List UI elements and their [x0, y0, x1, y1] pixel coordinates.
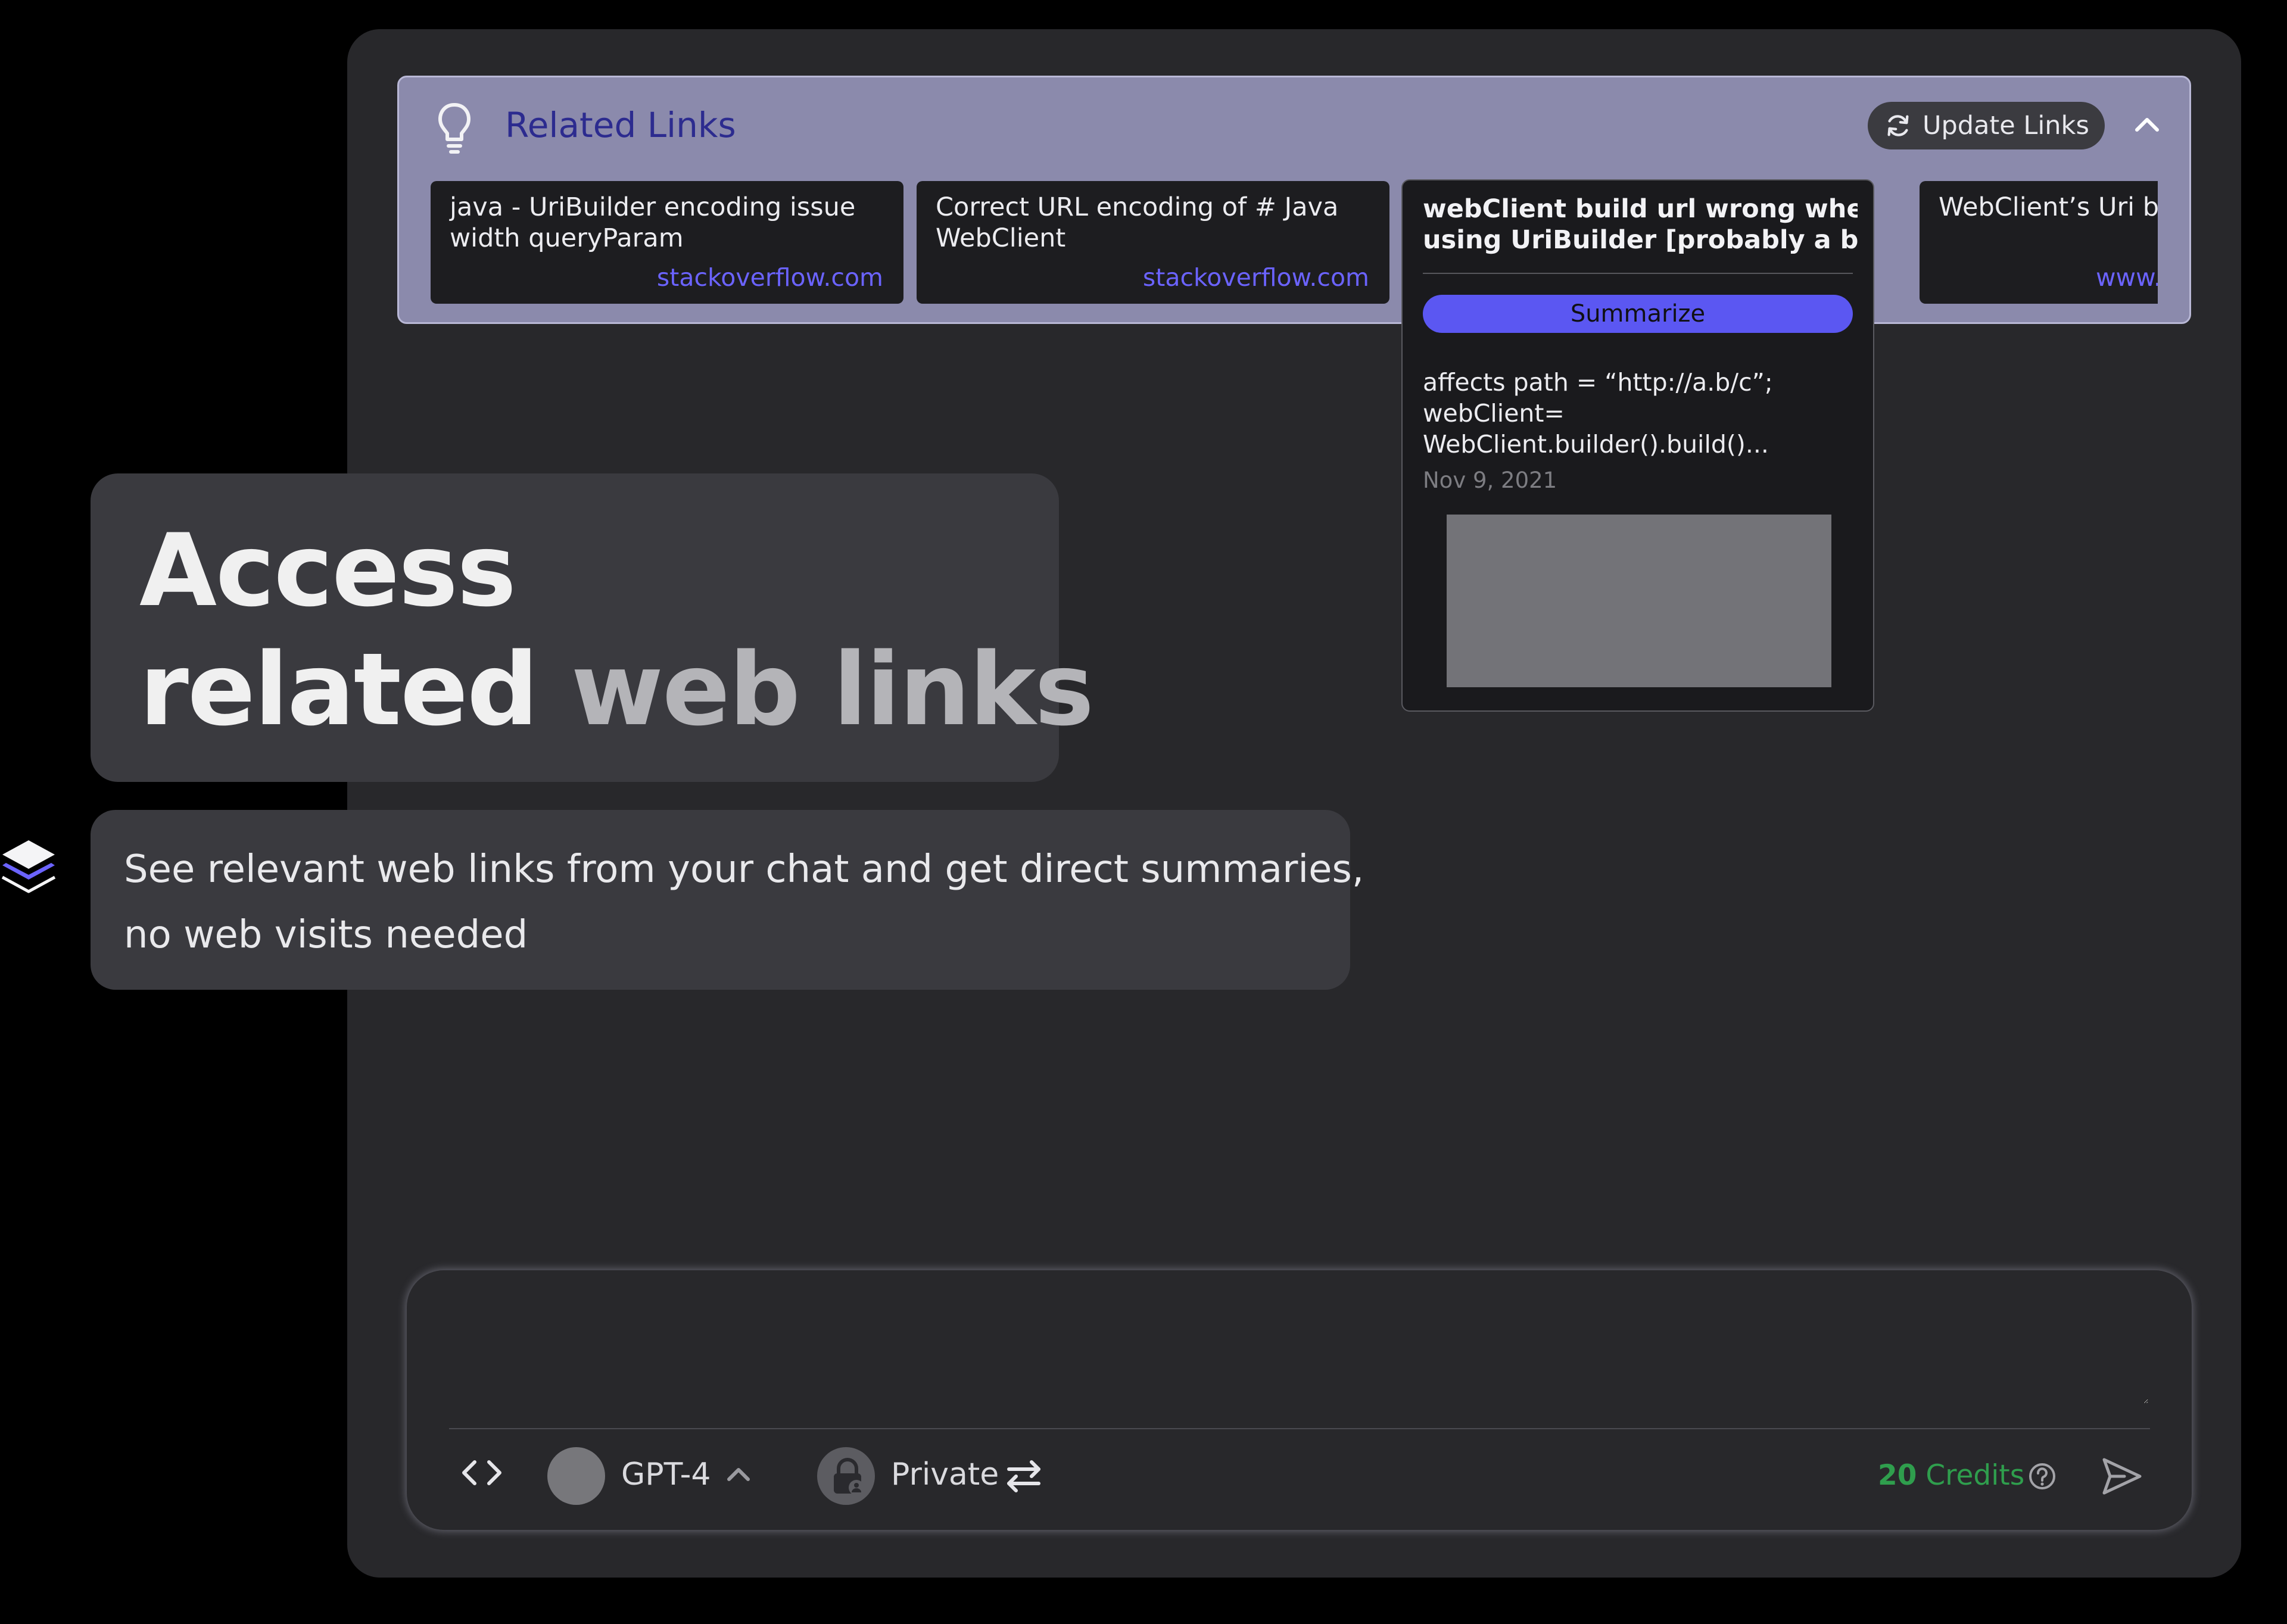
- description-text: See relevant web links from your chat an…: [124, 847, 1364, 957]
- chevron-up-icon[interactable]: [725, 1463, 752, 1486]
- link-title: Correct URL encoding of # Java WebClient: [936, 192, 1339, 253]
- help-icon[interactable]: [2028, 1462, 2057, 1491]
- headline-line-2: related web links: [139, 631, 1094, 748]
- refresh-icon: [1887, 115, 1909, 136]
- swap-icon[interactable]: [1004, 1458, 1043, 1493]
- link-source: stackoverflow.com: [656, 263, 883, 292]
- feature-description: See relevant web links from your chat an…: [91, 810, 1364, 990]
- related-link-card[interactable]: Correct URL encoding of # Java WebClient…: [917, 181, 1389, 304]
- link-title: WebClient’s Uri buil: [1939, 192, 2158, 222]
- expanded-link-title: webClient build url wrong when using Uri…: [1423, 194, 1858, 255]
- link-title: java - UriBuilder encoding issue width q…: [450, 192, 856, 253]
- credits-display: 20 Credits: [1878, 1459, 2024, 1492]
- layers-icon: [1, 840, 56, 893]
- credits-label: Credits: [1925, 1459, 2025, 1492]
- divider: [1423, 273, 1853, 274]
- divider: [449, 1428, 2150, 1429]
- headline-line-1: Access: [139, 512, 516, 629]
- credits-count: 20: [1878, 1459, 1917, 1492]
- model-selector-label[interactable]: GPT-4: [621, 1457, 711, 1492]
- link-source: stackoverflow.com: [1142, 263, 1369, 292]
- privacy-avatar[interactable]: [817, 1447, 875, 1505]
- link-thumbnail: [1447, 515, 1831, 687]
- related-links-list: java - UriBuilder encoding issue width q…: [431, 181, 2158, 324]
- model-avatar[interactable]: [547, 1447, 605, 1505]
- lock-icon: [834, 1458, 864, 1495]
- send-icon[interactable]: [2101, 1456, 2143, 1497]
- related-links-title: Related Links: [505, 105, 736, 145]
- link-date: Nov 9, 2021: [1423, 467, 1557, 493]
- message-input[interactable]: [448, 1294, 2148, 1404]
- message-composer: GPT-4 Private 20 Credits: [407, 1270, 2192, 1530]
- link-source: www.fre: [2096, 263, 2158, 292]
- code-icon[interactable]: [460, 1457, 503, 1489]
- related-link-card[interactable]: java - UriBuilder encoding issue width q…: [431, 181, 903, 304]
- related-links-bar: Related Links Update Links java - UriBui…: [397, 76, 2191, 324]
- lightbulb-icon: [438, 103, 471, 154]
- expanded-link-card[interactable]: webClient build url wrong when using Uri…: [1401, 179, 1874, 712]
- related-link-card[interactable]: WebClient’s Uri buil www.fre: [1920, 181, 2158, 304]
- update-links-button[interactable]: Update Links: [1868, 102, 2105, 149]
- privacy-label[interactable]: Private: [891, 1457, 999, 1492]
- summarize-button[interactable]: Summarize: [1423, 295, 1853, 333]
- feature-headline: Access related web links: [91, 473, 1094, 782]
- update-links-label: Update Links: [1923, 111, 2089, 141]
- chevron-up-icon[interactable]: [2132, 112, 2162, 136]
- link-excerpt: affects path = “http://a.b/c”; webClient…: [1423, 368, 1773, 459]
